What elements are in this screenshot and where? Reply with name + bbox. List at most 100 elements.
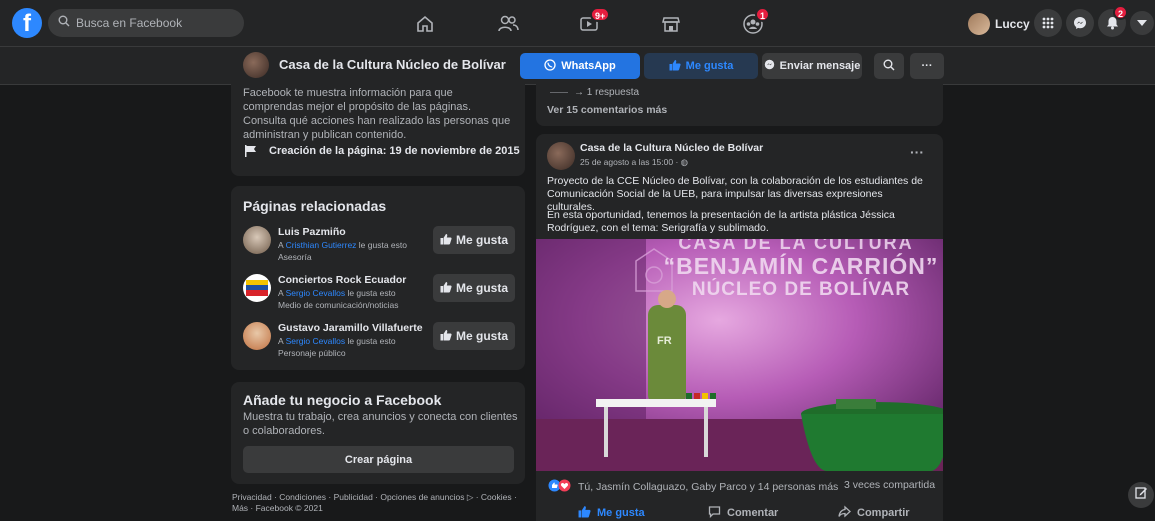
home-icon[interactable] [410,9,440,39]
related-page-name[interactable]: Luis Pazmiño [278,226,346,238]
comment-icon [708,505,721,521]
related-page-name[interactable]: Gustavo Jaramillo Villafuerte [278,322,423,334]
more-options-button[interactable]: ··· [910,53,944,79]
reply-text: → 1 respuesta [574,87,640,98]
page-creation-row: Creación de la página: 19 de noviembre d… [243,143,520,159]
friend-link[interactable]: Sergio Cevallos [286,336,346,346]
like-reaction-icon [548,479,572,495]
footer-line-2[interactable]: Más · Facebook © 2021 [232,503,527,514]
reactions-summary[interactable]: Tú, Jasmín Collaguazo, Gaby Parco y 14 p… [548,479,838,495]
search-box[interactable] [48,9,244,37]
banner-line-3: NÚCLEO DE BOLÍVAR [691,279,911,300]
friends-icon[interactable] [493,9,523,39]
banner-line-2: “BENJAMÍN CARRIÓN” [663,253,939,279]
page-search-button[interactable] [874,53,904,79]
comment-label: Comentar [727,507,779,519]
search-input[interactable] [76,16,226,30]
share-count[interactable]: 3 veces compartida [844,479,935,491]
shirt-text: FR [657,335,672,347]
top-navigation-bar: f 9+ 1 Luccy 2 [0,0,1155,47]
share-button[interactable]: Compartir [838,505,910,521]
liked-by-prefix: A [278,288,286,298]
page-avatar[interactable] [243,52,269,78]
related-like-button[interactable]: Me gusta [433,322,515,350]
liked-by-prefix: A [278,240,286,250]
post-like-button[interactable]: Me gusta [578,505,645,521]
page-creation-date: Creación de la página: 19 de noviembre d… [269,145,520,157]
friend-link[interactable]: Sergio Cevallos [286,288,346,298]
liked-by-suffix: le gusta esto [345,288,396,298]
page-title[interactable]: Casa de la Cultura Núcleo de Bolívar [279,57,506,72]
watch-badge: 9+ [590,7,611,22]
reply-connector [550,91,568,93]
post-author-name[interactable]: Casa de la Cultura Núcleo de Bolívar [580,142,763,154]
profile-name: Luccy [995,17,1030,31]
menu-grid-icon[interactable] [1034,9,1062,37]
related-page-subtitle: A Sergio Cevallos le gusta esto Medio de… [278,287,428,311]
thumbs-up-icon [440,329,452,344]
whatsapp-button[interactable]: WhatsApp [520,53,640,79]
related-pages-title: Páginas relacionadas [243,198,387,214]
friend-link[interactable]: Cristhian Gutierrez [286,240,357,250]
related-like-label: Me gusta [455,233,508,247]
avatar[interactable] [243,226,271,254]
like-page-label: Me gusta [685,60,734,72]
profile-link[interactable]: Luccy [968,11,1030,37]
related-page-category: Personaje público [278,348,346,358]
create-page-button[interactable]: Crear página [243,446,514,473]
related-page-subtitle: A Cristhian Gutierrez le gusta esto Ases… [278,239,428,263]
groups-badge: 1 [755,7,771,22]
related-like-label: Me gusta [455,329,508,343]
share-icon [838,505,851,521]
related-page-category: Asesoría [278,252,312,262]
post-paragraph-2: En esta oportunidad, tenemos la presenta… [547,209,895,234]
related-page-item: Gustavo Jaramillo Villafuerte A Sergio C… [243,322,515,366]
related-like-button[interactable]: Me gusta [433,274,515,302]
send-message-label: Enviar mensaje [779,60,861,72]
add-business-title: Añade tu negocio a Facebook [243,392,442,408]
thumbs-up-icon [440,281,452,296]
thumbs-up-icon [440,233,452,248]
post-timestamp[interactable]: 25 de agosto a las 15:00 · ◍ [580,157,688,168]
footer-links: Privacidad · Condiciones · Publicidad · … [232,492,527,514]
new-message-compose-button[interactable] [1128,482,1154,508]
avatar[interactable] [243,322,271,350]
view-more-comments[interactable]: Ver 15 comentarios más [547,104,667,116]
marketplace-icon[interactable] [656,9,686,39]
post-options-button[interactable]: ··· [910,144,924,160]
related-page-item: Conciertos Rock Ecuador A Sergio Cevallo… [243,274,515,318]
related-like-label: Me gusta [455,281,508,295]
related-page-subtitle: A Sergio Cevallos le gusta esto Personaj… [278,335,428,359]
related-page-name[interactable]: Conciertos Rock Ecuador [278,274,406,286]
messenger-small-icon [764,59,775,73]
whatsapp-icon [544,58,556,74]
comment-button[interactable]: Comentar [708,505,778,521]
notifications-badge: 2 [1113,5,1129,20]
send-message-button[interactable]: Enviar mensaje [762,53,862,79]
post-author-avatar[interactable] [547,142,575,170]
reactions-text: Tú, Jasmín Collaguazo, Gaby Parco y 14 p… [578,481,839,493]
facebook-logo[interactable]: f [12,8,42,38]
thumbs-up-icon [669,59,681,74]
related-page-item: Luis Pazmiño A Cristhian Gutierrez le gu… [243,226,515,270]
avatar[interactable] [243,274,271,302]
footer-line-1[interactable]: Privacidad · Condiciones · Publicidad · … [232,492,527,503]
avatar [968,13,990,35]
related-page-category: Medio de comunicación/noticias [278,300,399,310]
search-icon [58,14,70,32]
more-options-label: ··· [921,60,933,72]
compose-icon [1134,486,1148,504]
whatsapp-label: WhatsApp [561,60,616,72]
post-like-label: Me gusta [597,507,645,519]
share-label: Compartir [857,507,910,519]
about-transparency-text: Facebook te muestra información para que… [243,87,511,141]
flag-icon [243,143,259,159]
thumbs-up-icon [578,505,591,521]
messenger-icon[interactable] [1066,9,1094,37]
reply-count[interactable]: → 1 respuesta [550,87,639,98]
like-page-button[interactable]: Me gusta [644,53,758,79]
banner-line-1: CASA DE LA CULTURA [678,239,914,253]
post-photo[interactable]: CASA DE LA CULTURA “BENJAMÍN CARRIÓN” NÚ… [536,239,943,471]
account-dropdown-icon[interactable] [1130,11,1154,35]
related-like-button[interactable]: Me gusta [433,226,515,254]
